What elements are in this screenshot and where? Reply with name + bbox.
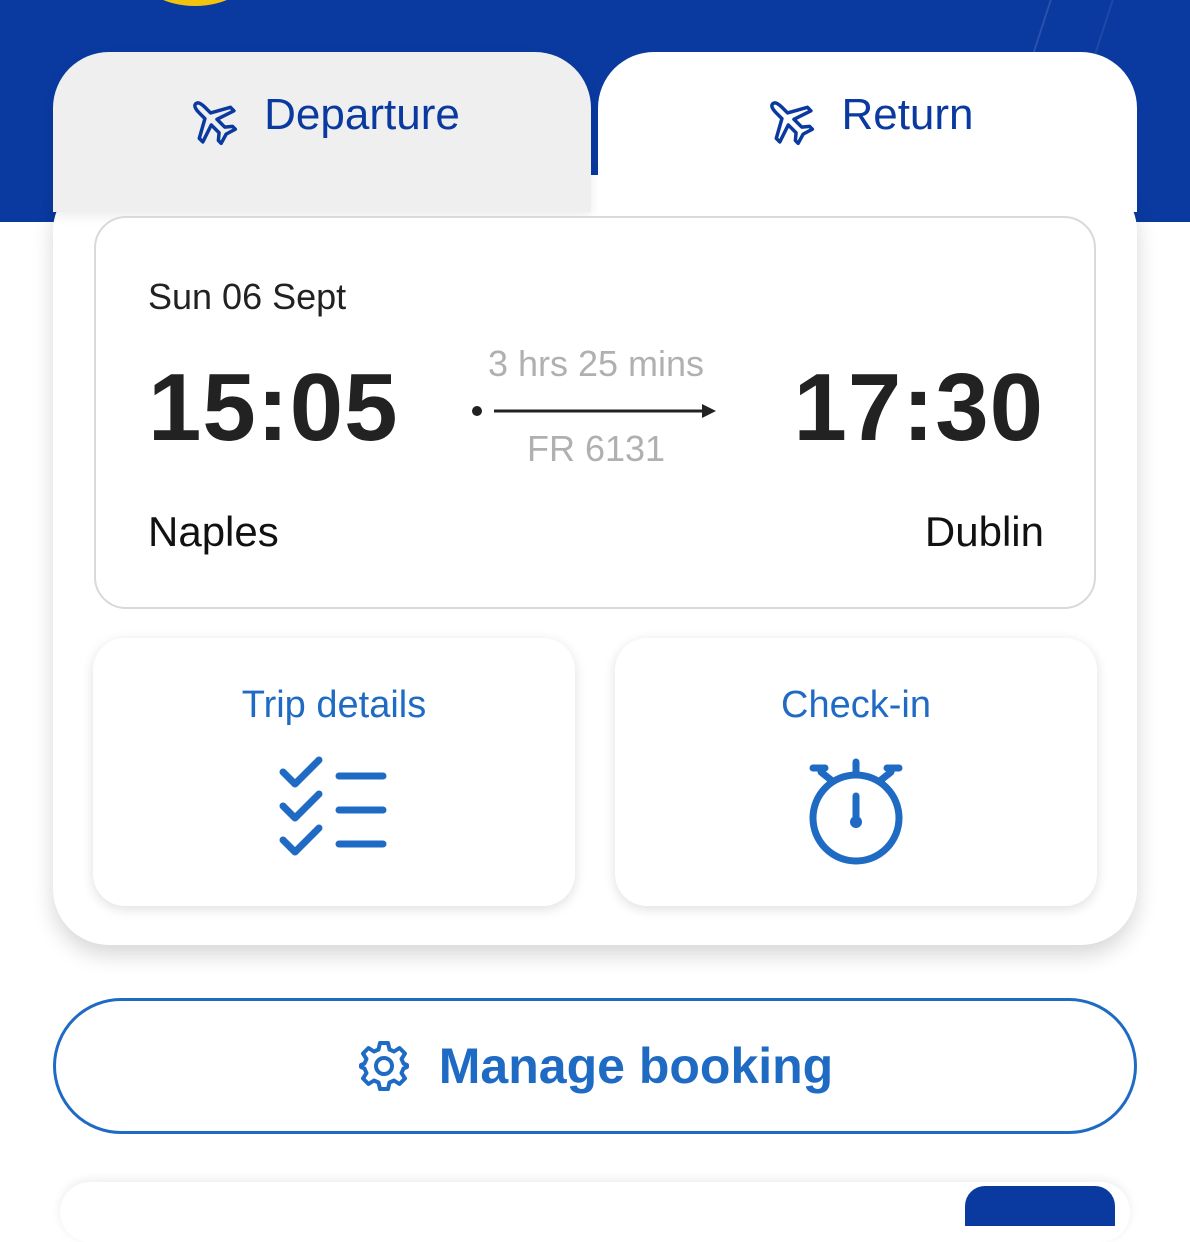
gear-icon (358, 1041, 409, 1091)
stopwatch-icon (809, 758, 903, 865)
flight-summary: Sun 06 Sept 15:05 3 hrs 25 mins FR 6131 … (94, 216, 1096, 609)
manage-booking-button[interactable]: Manage booking (53, 998, 1137, 1134)
flight-date: Sun 06 Sept (148, 276, 347, 317)
arrival-time: 17:30 (793, 354, 1044, 461)
tab-departure[interactable]: Departure (53, 52, 591, 212)
manage-booking-label: Manage booking (438, 1038, 834, 1094)
trip-details-label: Trip details (241, 684, 427, 726)
logo-mark (140, 0, 250, 6)
airplane-icon (193, 101, 238, 146)
flight-duration: 3 hrs 25 mins (487, 343, 705, 384)
origin-city: Naples (148, 508, 279, 555)
check-in-label: Check-in (781, 684, 931, 726)
flight-number: FR 6131 (526, 428, 666, 469)
tab-departure-label: Departure (264, 90, 460, 139)
airplane-icon (770, 101, 815, 146)
departure-time: 15:05 (148, 354, 399, 461)
tab-return[interactable]: Return (598, 52, 1137, 212)
next-card-badge (965, 1186, 1115, 1226)
check-in-button[interactable]: Check-in (615, 638, 1097, 906)
route-arrow-icon (472, 404, 716, 418)
checklist-icon (279, 756, 387, 856)
trip-details-button[interactable]: Trip details (93, 638, 575, 906)
destination-city: Dublin (924, 508, 1044, 555)
tab-return-label: Return (841, 90, 974, 139)
